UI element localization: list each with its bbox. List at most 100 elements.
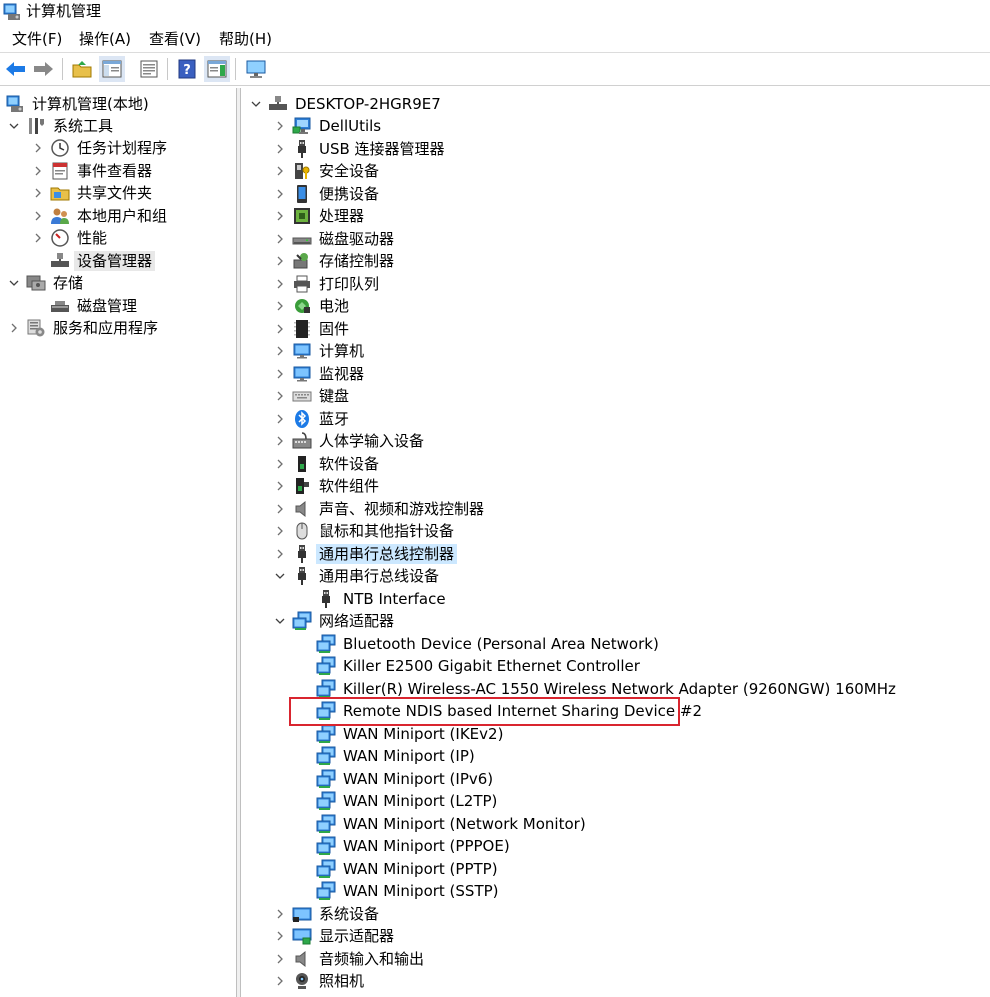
device-item[interactable]: Killer E2500 Gigabit Ethernet Controller bbox=[316, 655, 643, 677]
menu-file[interactable]: 文件(F) bbox=[10, 29, 64, 49]
chevron-right-icon[interactable] bbox=[274, 908, 286, 920]
tree-item-system-tools[interactable]: 系统工具 bbox=[8, 115, 116, 137]
tree-item-performance[interactable]: 性能 bbox=[32, 227, 110, 249]
device-category[interactable]: 软件设备 bbox=[274, 453, 382, 475]
chevron-down-icon[interactable] bbox=[250, 98, 262, 110]
chevron-right-icon[interactable] bbox=[274, 548, 286, 560]
chevron-right-icon[interactable] bbox=[274, 120, 286, 132]
device-item[interactable]: WAN Miniport (L2TP) bbox=[316, 790, 500, 812]
chevron-right-icon[interactable] bbox=[274, 323, 286, 335]
device-item[interactable]: Bluetooth Device (Personal Area Network) bbox=[316, 633, 662, 655]
device-item[interactable]: WAN Miniport (IKEv2) bbox=[316, 723, 506, 745]
device-item[interactable]: WAN Miniport (PPTP) bbox=[316, 858, 501, 880]
tree-item-shared-folders[interactable]: 共享文件夹 bbox=[32, 182, 155, 204]
device-category[interactable]: 计算机 bbox=[274, 340, 367, 362]
chevron-right-icon[interactable] bbox=[274, 458, 286, 470]
device-category[interactable]: DellUtils bbox=[274, 115, 384, 137]
tree-item-storage[interactable]: 存储 bbox=[8, 272, 86, 294]
chevron-right-icon[interactable] bbox=[274, 975, 286, 987]
chevron-right-icon[interactable] bbox=[274, 233, 286, 245]
chevron-right-icon[interactable] bbox=[32, 165, 44, 177]
device-category[interactable]: 键盘 bbox=[274, 385, 352, 407]
chevron-right-icon[interactable] bbox=[274, 278, 286, 290]
tree-item-event-viewer[interactable]: 事件查看器 bbox=[32, 160, 155, 182]
device-item[interactable]: WAN Miniport (Network Monitor) bbox=[316, 813, 589, 835]
chevron-down-icon[interactable] bbox=[274, 615, 286, 627]
show-tree-icon[interactable] bbox=[99, 56, 125, 82]
tree-root-computer-management[interactable]: 计算机管理(本地) bbox=[5, 93, 152, 115]
chevron-right-icon[interactable] bbox=[274, 143, 286, 155]
device-category[interactable]: 照相机 bbox=[274, 970, 367, 992]
device-category[interactable]: 显示适配器 bbox=[274, 925, 397, 947]
tree-item-task-scheduler[interactable]: 任务计划程序 bbox=[32, 137, 170, 159]
chevron-right-icon[interactable] bbox=[32, 187, 44, 199]
device-category[interactable]: 存储控制器 bbox=[274, 250, 397, 272]
device-category[interactable]: 监视器 bbox=[274, 363, 367, 385]
chevron-right-icon[interactable] bbox=[274, 210, 286, 222]
device-category[interactable]: 蓝牙 bbox=[274, 408, 352, 430]
menu-view[interactable]: 查看(V) bbox=[147, 29, 203, 49]
chevron-right-icon[interactable] bbox=[32, 142, 44, 154]
chevron-right-icon[interactable] bbox=[274, 368, 286, 380]
tree-item-device-manager[interactable]: 设备管理器 bbox=[50, 250, 156, 272]
tree-item-disk-management[interactable]: 磁盘管理 bbox=[50, 295, 140, 317]
battery-icon bbox=[292, 296, 312, 316]
help-icon[interactable]: ? bbox=[174, 56, 200, 82]
device-category[interactable]: 处理器 bbox=[274, 205, 367, 227]
device-category[interactable]: 通用串行总线控制器 bbox=[274, 543, 458, 565]
chevron-down-icon[interactable] bbox=[8, 277, 20, 289]
device-item[interactable]: WAN Miniport (PPPOE) bbox=[316, 835, 513, 857]
device-category[interactable]: 打印队列 bbox=[274, 273, 382, 295]
device-category[interactable]: 音频输入和输出 bbox=[274, 948, 427, 970]
device-category[interactable]: USB 连接器管理器 bbox=[274, 138, 448, 160]
chevron-down-icon[interactable] bbox=[8, 120, 20, 132]
device-category[interactable]: 系统设备 bbox=[274, 903, 382, 925]
monitor-icon[interactable] bbox=[243, 56, 269, 82]
device-category[interactable]: 网络适配器 bbox=[274, 610, 397, 632]
device-category[interactable]: 安全设备 bbox=[274, 160, 382, 182]
device-item[interactable]: WAN Miniport (IPv6) bbox=[316, 768, 496, 790]
chevron-right-icon[interactable] bbox=[274, 165, 286, 177]
chevron-right-icon[interactable] bbox=[274, 503, 286, 515]
device-category[interactable]: 通用串行总线设备 bbox=[274, 565, 442, 587]
device-category[interactable]: 鼠标和其他指针设备 bbox=[274, 520, 457, 542]
device-tree-root[interactable]: DESKTOP-2HGR9E7 bbox=[250, 93, 444, 115]
chevron-right-icon[interactable] bbox=[274, 480, 286, 492]
device-category[interactable]: 电池 bbox=[274, 295, 352, 317]
device-item[interactable]: WAN Miniport (IP) bbox=[316, 745, 478, 767]
chevron-down-icon[interactable] bbox=[274, 570, 286, 582]
chevron-right-icon[interactable] bbox=[274, 390, 286, 402]
forward-icon[interactable] bbox=[30, 56, 56, 82]
chevron-right-icon[interactable] bbox=[274, 435, 286, 447]
properties-icon[interactable] bbox=[136, 56, 162, 82]
chevron-right-icon[interactable] bbox=[274, 188, 286, 200]
chevron-right-icon[interactable] bbox=[274, 930, 286, 942]
chevron-right-icon[interactable] bbox=[274, 345, 286, 357]
up-folder-icon[interactable] bbox=[69, 56, 95, 82]
chevron-right-icon[interactable] bbox=[274, 525, 286, 537]
device-category[interactable]: 声音、视频和游戏控制器 bbox=[274, 498, 487, 520]
device-category[interactable]: 固件 bbox=[274, 318, 352, 340]
chevron-right-icon[interactable] bbox=[274, 255, 286, 267]
menu-action[interactable]: 操作(A) bbox=[77, 29, 133, 49]
device-item[interactable]: WAN Miniport (SSTP) bbox=[316, 880, 502, 902]
device-category[interactable]: 人体学输入设备 bbox=[274, 430, 427, 452]
device-category[interactable]: 软件组件 bbox=[274, 475, 382, 497]
chevron-right-icon[interactable] bbox=[274, 413, 286, 425]
chevron-right-icon[interactable] bbox=[8, 322, 20, 334]
security-key-icon bbox=[292, 161, 312, 181]
computer-root-icon bbox=[268, 94, 288, 114]
device-item[interactable]: NTB Interface bbox=[316, 588, 449, 610]
chevron-right-icon[interactable] bbox=[32, 210, 44, 222]
tree-item-local-users[interactable]: 本地用户和组 bbox=[32, 205, 170, 227]
tree-root-label: 计算机管理(本地) bbox=[32, 95, 149, 113]
device-category[interactable]: 磁盘驱动器 bbox=[274, 228, 397, 250]
menu-help[interactable]: 帮助(H) bbox=[217, 29, 274, 49]
device-category[interactable]: 便携设备 bbox=[274, 183, 382, 205]
tree-item-services-apps[interactable]: 服务和应用程序 bbox=[8, 317, 161, 339]
chevron-right-icon[interactable] bbox=[274, 300, 286, 312]
back-icon[interactable] bbox=[3, 56, 29, 82]
chevron-right-icon[interactable] bbox=[274, 953, 286, 965]
show-action-pane-icon[interactable] bbox=[204, 56, 230, 82]
chevron-right-icon[interactable] bbox=[32, 232, 44, 244]
